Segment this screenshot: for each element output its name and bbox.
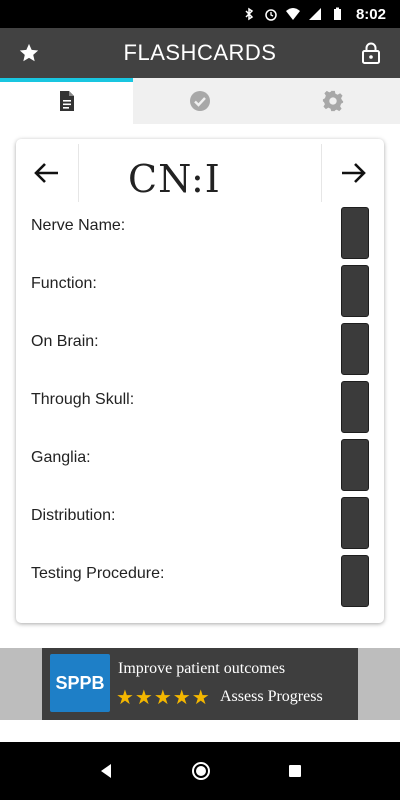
document-icon [59,91,74,111]
ad-content[interactable]: SPPB Improve patient outcomes ★★★★★ Asse… [42,648,358,720]
field-row: Function: [16,265,384,319]
star-icon [19,43,39,62]
field-label: Testing Procedure: [31,565,165,582]
card-title: CN:I [128,157,221,201]
field-row: Through Skull: [16,381,384,435]
clock: 8:02 [355,5,386,23]
field-label: Function: [31,275,97,292]
ad-rating-stars: ★★★★★ [116,687,211,709]
alarm-icon [265,9,277,21]
field-label: Distribution: [31,507,116,524]
field-row: Testing Procedure: [16,555,384,609]
tab-check[interactable] [133,78,266,124]
field-row: Ganglia: [16,439,384,493]
field-label: Ganglia: [31,449,91,466]
ad-subline: Assess Progress [220,688,323,705]
reveal-answer-button[interactable] [341,323,369,375]
field-row: On Brain: [16,323,384,377]
ad-logo: SPPB [50,654,110,712]
reveal-answer-button[interactable] [341,265,369,317]
check-circle-icon [189,91,210,111]
field-row: Distribution: [16,497,384,551]
signal-icon [308,8,321,20]
gear-icon [323,90,344,112]
flashcard: CN:I Nerve Name: Function: On Brain: Thr… [16,139,384,623]
system-nav-bar [0,742,400,800]
field-label: Through Skull: [31,391,135,408]
reveal-answer-button[interactable] [341,497,369,549]
recents-icon[interactable] [288,764,302,778]
tab-bar [0,78,400,124]
app-bar: FLASHCARDS [0,28,400,78]
tab-document[interactable] [0,78,134,124]
back-icon[interactable] [98,763,114,779]
reveal-answer-button[interactable] [341,381,369,433]
bluetooth-icon [245,7,254,21]
reveal-answer-button[interactable] [341,439,369,491]
reveal-answer-button[interactable] [341,207,369,259]
lock-icon [361,42,380,64]
reveal-answer-button[interactable] [341,555,369,607]
lock-button[interactable] [342,28,400,78]
favorite-button[interactable] [0,28,58,78]
home-icon[interactable] [191,761,211,781]
tab-settings[interactable] [267,78,400,124]
field-label: On Brain: [31,333,99,350]
previous-card-button[interactable] [16,144,79,202]
battery-icon [333,7,341,20]
status-bar: 8:02 [0,0,400,28]
field-label: Nerve Name: [31,217,126,234]
next-card-button[interactable] [321,144,384,202]
ad-banner[interactable]: SPPB Improve patient outcomes ★★★★★ Asse… [0,648,400,720]
arrow-right-icon [342,163,366,183]
ad-headline: Improve patient outcomes [118,660,286,677]
field-row: Nerve Name: [16,207,384,261]
wifi-icon [285,8,300,20]
app-title: FLASHCARDS [123,40,277,65]
arrow-left-icon [34,163,58,183]
